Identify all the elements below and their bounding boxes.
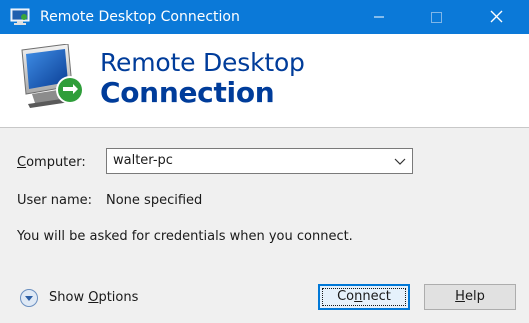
help-suffix: elp [464,289,485,304]
close-icon [490,10,503,23]
show-options-suffix: ptions [98,290,139,305]
title-bar[interactable]: Remote Desktop Connection [0,0,529,34]
computer-combobox-value[interactable]: walter-pc [113,153,173,169]
show-options-prefix: Show [49,290,89,305]
close-button[interactable] [473,0,519,34]
remote-desktop-icon [21,44,84,108]
show-options-access-key: O [88,290,99,305]
chevron-down-icon[interactable] [392,153,408,169]
minimize-button[interactable] [356,0,402,34]
help-access-key: H [455,289,465,304]
computer-label-text: omputer: [26,155,86,170]
credentials-message: You will be asked for credentials when y… [17,229,353,244]
help-button[interactable]: Help [424,284,516,310]
computer-label: Computer: [17,155,86,171]
expand-down-icon[interactable] [19,288,39,308]
banner-title-line2: Connection [100,76,275,109]
maximize-icon [431,12,442,23]
username-value: None specified [106,193,203,208]
remote-desktop-app-icon [10,8,30,25]
banner-title-line1: Remote Desktop [100,48,305,77]
header-banner: Remote Desktop Connection [0,34,529,128]
connect-focus-rect [322,288,406,306]
rdc-window: Remote Desktop Connection Remote Desktop… [0,0,529,323]
window-title: Remote Desktop Connection [40,9,240,25]
minimize-icon [374,16,384,18]
show-options-label[interactable]: Show Options [49,290,138,306]
username-label: User name: [17,193,93,208]
maximize-button[interactable] [413,0,459,34]
computer-label-access-key: C [17,155,27,170]
computer-combobox[interactable]: walter-pc [106,148,413,174]
connect-button[interactable]: Connect [318,284,410,310]
